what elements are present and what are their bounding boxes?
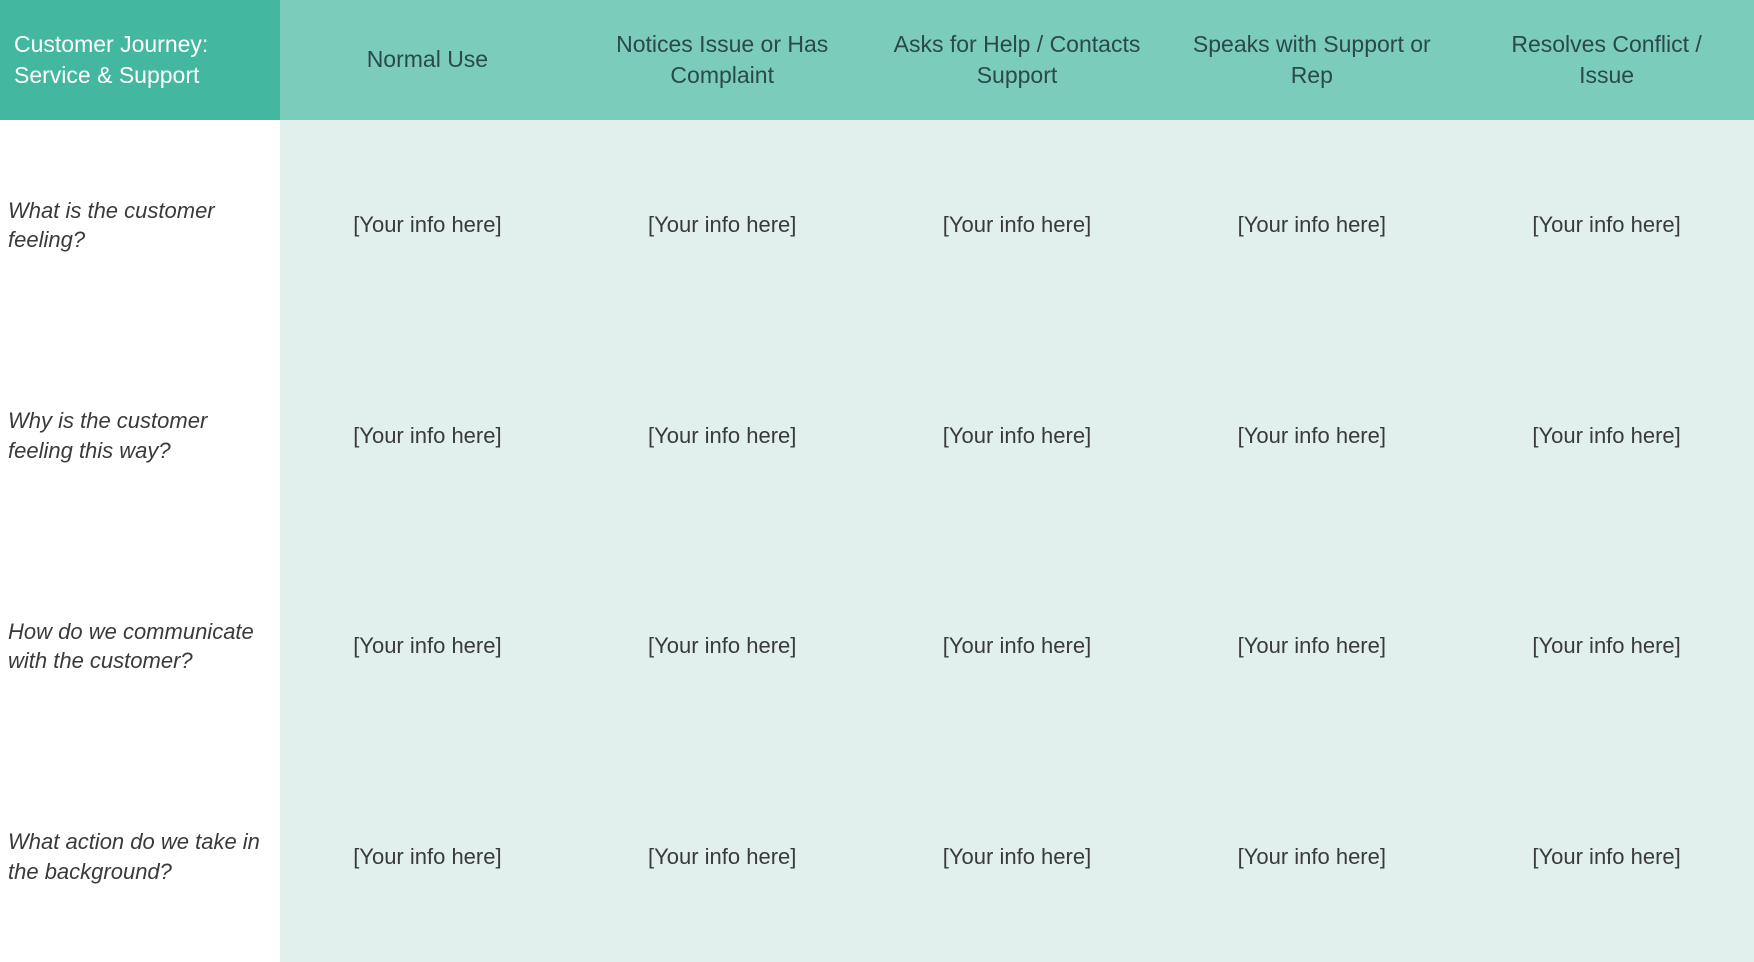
column-header-normal-use: Normal Use [280,0,575,120]
table-cell[interactable]: [Your info here] [1164,541,1459,752]
table-cell[interactable]: [Your info here] [1459,752,1754,962]
table-cell[interactable]: [Your info here] [575,752,870,962]
row-header-communicate: How do we communicate with the customer? [0,541,280,752]
table-cell[interactable]: [Your info here] [280,752,575,962]
column-header-notices-issue: Notices Issue or Has Complaint [575,0,870,120]
column-header-asks-for-help: Asks for Help / Contacts Support [870,0,1165,120]
table-cell[interactable]: [Your info here] [1459,541,1754,752]
table-cell[interactable]: [Your info here] [280,541,575,752]
table-cell[interactable]: [Your info here] [1459,331,1754,542]
table-cell[interactable]: [Your info here] [870,752,1165,962]
row-header-why-feeling: Why is the customer feeling this way? [0,331,280,542]
table-cell[interactable]: [Your info here] [870,541,1165,752]
table-cell[interactable]: [Your info here] [870,120,1165,331]
customer-journey-table: Customer Journey: Service & Support Norm… [0,0,1754,962]
table-cell[interactable]: [Your info here] [575,331,870,542]
row-header-feeling: What is the customer feeling? [0,120,280,331]
table-title: Customer Journey: Service & Support [0,0,280,120]
table-cell[interactable]: [Your info here] [575,541,870,752]
table-cell[interactable]: [Your info here] [870,331,1165,542]
table-cell[interactable]: [Your info here] [575,120,870,331]
table-cell[interactable]: [Your info here] [280,331,575,542]
table-cell[interactable]: [Your info here] [1164,752,1459,962]
row-header-background-action: What action do we take in the background… [0,752,280,962]
table-cell[interactable]: [Your info here] [280,120,575,331]
table-cell[interactable]: [Your info here] [1164,331,1459,542]
table-cell[interactable]: [Your info here] [1459,120,1754,331]
column-header-resolves-conflict: Resolves Conflict / Issue [1459,0,1754,120]
table-cell[interactable]: [Your info here] [1164,120,1459,331]
column-header-speaks-with-support: Speaks with Support or Rep [1164,0,1459,120]
